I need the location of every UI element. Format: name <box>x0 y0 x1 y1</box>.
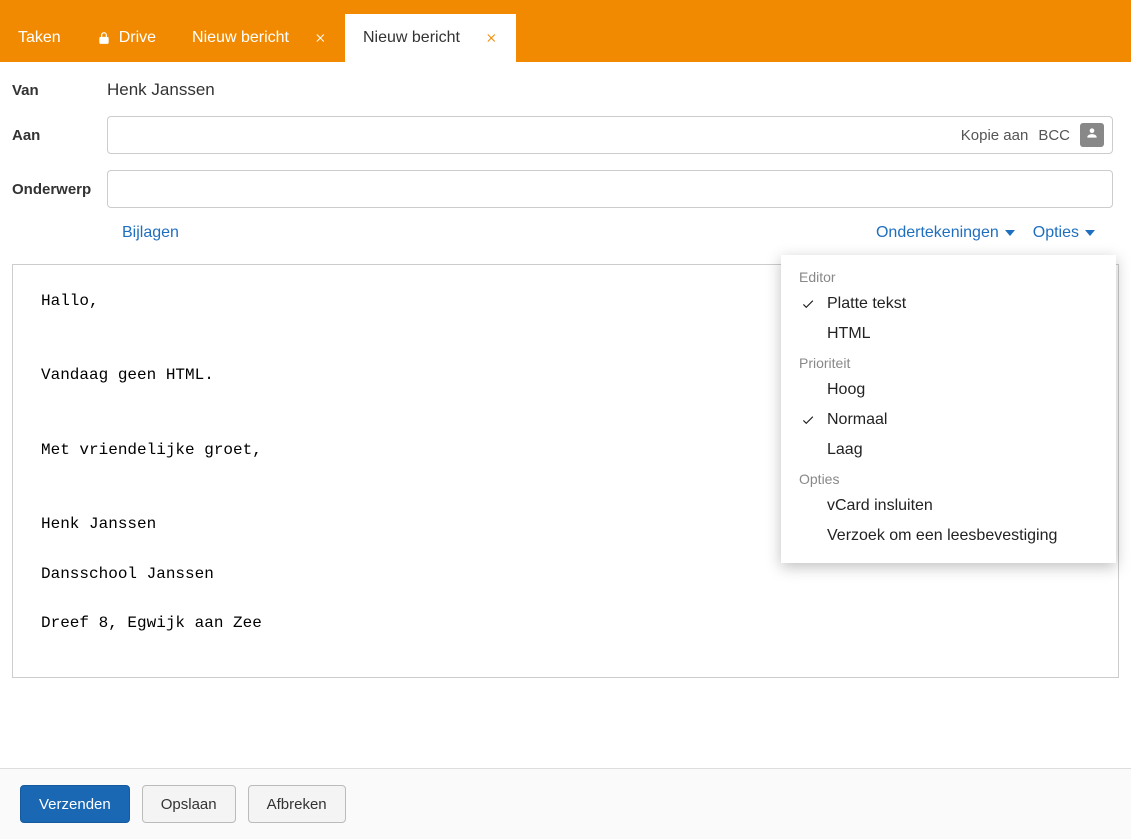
to-input[interactable] <box>116 117 961 153</box>
tab-new-message-2[interactable]: Nieuw bericht <box>345 14 516 62</box>
footer-actions: Verzenden Opslaan Afbreken <box>0 768 1131 839</box>
menu-header-editor: Editor <box>781 263 1116 289</box>
option-priority-normal[interactable]: Normaal <box>781 405 1116 435</box>
subject-field-wrapper <box>107 170 1113 208</box>
from-label: Van <box>12 82 107 99</box>
editor-container: Editor Platte tekst HTML Prioriteit Hoog… <box>12 264 1119 678</box>
check-icon <box>799 413 817 427</box>
subject-label: Onderwerp <box>12 181 107 198</box>
option-label: vCard insluiten <box>827 497 933 515</box>
save-button[interactable]: Opslaan <box>142 785 236 823</box>
compose-toolbar: Bijlagen Ondertekeningen Opties <box>12 224 1095 242</box>
compose-form: Van Henk Janssen Aan Kopie aan BCC O <box>0 62 1131 208</box>
cancel-button[interactable]: Afbreken <box>248 785 346 823</box>
option-label: Laag <box>827 441 863 459</box>
tab-bar: Taken Drive Nieuw bericht Nieuw bericht <box>0 14 1131 62</box>
cc-link[interactable]: Kopie aan <box>961 127 1029 144</box>
tab-drive[interactable]: Drive <box>79 14 174 62</box>
options-label: Opties <box>1033 224 1079 242</box>
option-label: Normaal <box>827 411 887 429</box>
addressbook-icon <box>1085 126 1099 144</box>
tab-new-message-1[interactable]: Nieuw bericht <box>174 14 345 62</box>
close-icon[interactable] <box>315 32 327 44</box>
signatures-dropdown[interactable]: Ondertekeningen <box>876 224 1015 242</box>
signatures-label: Ondertekeningen <box>876 224 999 242</box>
option-plain-text[interactable]: Platte tekst <box>781 289 1116 319</box>
attachments-link[interactable]: Bijlagen <box>122 224 179 242</box>
options-dropdown[interactable]: Opties <box>1033 224 1095 242</box>
tab-taken[interactable]: Taken <box>0 14 79 62</box>
subject-input[interactable] <box>116 171 1104 207</box>
check-icon <box>799 297 817 311</box>
option-vcard[interactable]: vCard insluiten <box>781 491 1116 521</box>
close-icon[interactable] <box>486 32 498 44</box>
menu-header-options: Opties <box>781 465 1116 491</box>
option-priority-low[interactable]: Laag <box>781 435 1116 465</box>
option-label: Platte tekst <box>827 295 906 313</box>
option-label: Verzoek om een leesbevestiging <box>827 527 1057 545</box>
lock-icon <box>97 31 111 45</box>
option-label: Hoog <box>827 381 865 399</box>
option-label: HTML <box>827 325 871 343</box>
bcc-link[interactable]: BCC <box>1038 127 1070 144</box>
from-value: Henk Janssen <box>107 80 1113 100</box>
chevron-down-icon <box>1085 230 1095 236</box>
tab-label: Nieuw bericht <box>192 29 289 47</box>
tab-label: Taken <box>18 29 61 47</box>
tab-label: Nieuw bericht <box>363 29 460 47</box>
top-accent-bar <box>0 0 1131 14</box>
option-priority-high[interactable]: Hoog <box>781 375 1116 405</box>
contacts-button[interactable] <box>1080 123 1104 147</box>
to-field-wrapper: Kopie aan BCC <box>107 116 1113 154</box>
attachments-label: Bijlagen <box>122 224 179 242</box>
option-read-receipt[interactable]: Verzoek om een leesbevestiging <box>781 521 1116 551</box>
menu-header-priority: Prioriteit <box>781 349 1116 375</box>
send-button[interactable]: Verzenden <box>20 785 130 823</box>
to-label: Aan <box>12 127 107 144</box>
options-menu: Editor Platte tekst HTML Prioriteit Hoog… <box>781 255 1116 563</box>
option-html[interactable]: HTML <box>781 319 1116 349</box>
tab-label: Drive <box>119 29 156 47</box>
chevron-down-icon <box>1005 230 1015 236</box>
